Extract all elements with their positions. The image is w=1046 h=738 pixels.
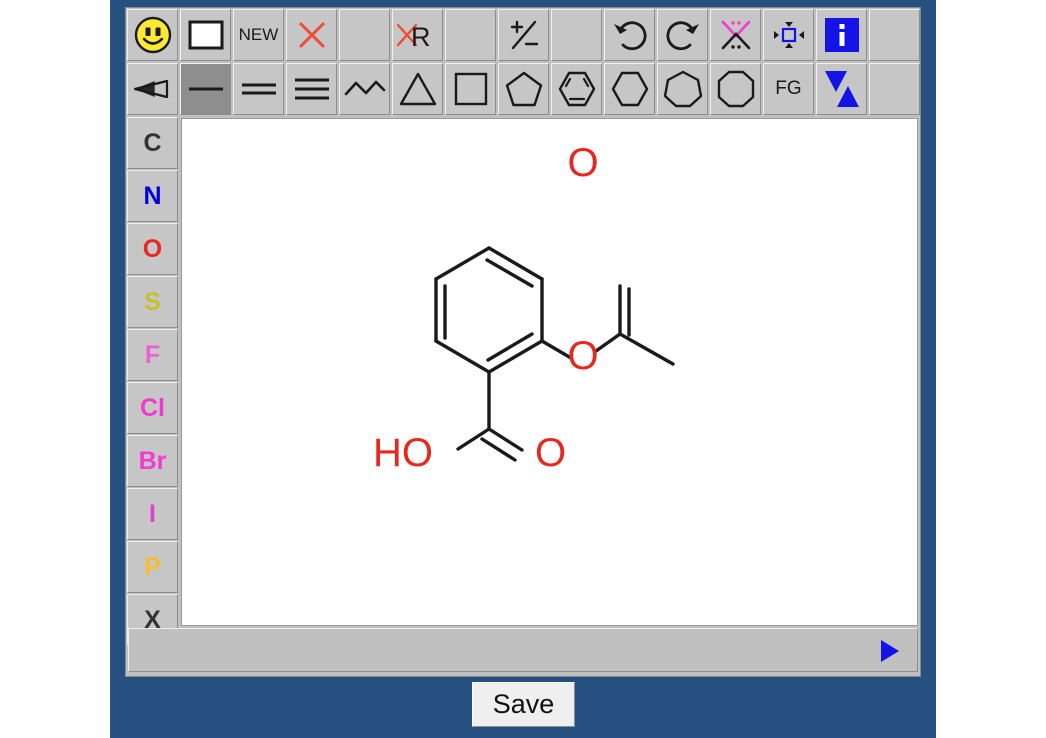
double-bond-button[interactable] — [233, 63, 284, 115]
cyclooctane-ring-icon — [716, 70, 756, 108]
element-button-c[interactable]: C — [127, 117, 178, 169]
cyclohexane-ring-button[interactable] — [604, 63, 655, 115]
blank-page-icon-button[interactable] — [180, 9, 231, 61]
charge-plus-minus-icon — [507, 18, 541, 52]
template-arrows-icon — [822, 68, 862, 110]
atom-label-acid-oxygen: O — [535, 431, 566, 475]
toolbar-row-bonds: FG — [126, 62, 921, 116]
element-button-cl[interactable]: Cl — [127, 382, 178, 434]
stereo-flip-icon — [718, 17, 754, 53]
toolbar-row-primary: NEW R — [126, 8, 921, 62]
single-bond-button[interactable] — [180, 63, 231, 115]
empty-tool-icon-button-4[interactable] — [869, 9, 920, 61]
editor-application-window: NEW R — [110, 0, 936, 738]
cycloheptane-ring-button[interactable] — [657, 63, 708, 115]
element-button-f[interactable]: F — [127, 329, 178, 381]
cyclobutane-ring-icon — [453, 71, 489, 107]
benzene-ring-icon — [557, 71, 597, 107]
element-label-s: S — [144, 288, 161, 317]
template-arrows-button[interactable] — [816, 63, 867, 115]
info-icon — [824, 17, 860, 53]
atom-label-hydroxyl: HO — [373, 431, 433, 475]
remove-r-group-icon: R — [396, 19, 440, 51]
undo-button[interactable] — [604, 9, 655, 61]
atom-label-group: O O HO O — [373, 141, 599, 475]
new-text-icon: NEW — [239, 25, 279, 45]
atom-label-carbonyl-oxygen: O — [567, 141, 598, 185]
structure-editor-frame: NEW R — [126, 8, 920, 676]
info-button[interactable] — [816, 9, 867, 61]
chain-bond-button[interactable] — [339, 63, 390, 115]
save-button[interactable]: Save — [472, 682, 575, 727]
redo-icon — [664, 17, 702, 53]
drawing-canvas[interactable]: O O HO O — [181, 118, 918, 626]
element-button-o[interactable]: O — [127, 223, 178, 275]
element-label-f: F — [145, 341, 160, 370]
double-bond-icon — [239, 80, 279, 98]
cyclopropane-ring-button[interactable] — [392, 63, 443, 115]
delete-cross-icon-button[interactable] — [286, 9, 337, 61]
new-structure-button[interactable]: NEW — [233, 9, 284, 61]
element-palette: C N O S F Cl Br I P X — [126, 116, 179, 647]
single-bond-icon — [186, 83, 226, 95]
functional-group-button[interactable]: FG — [763, 63, 814, 115]
bond-lines — [436, 248, 673, 460]
undo-icon — [611, 17, 649, 53]
cyclobutane-ring-button[interactable] — [445, 63, 496, 115]
wedge-bond-icon — [133, 78, 173, 100]
benzene-ring-button[interactable] — [551, 63, 602, 115]
move-resize-button[interactable] — [763, 9, 814, 61]
element-label-cl: Cl — [140, 394, 165, 423]
wedge-bond-button[interactable] — [127, 63, 178, 115]
svg-text:R: R — [411, 22, 431, 51]
atom-label-ester-oxygen: O — [567, 334, 598, 378]
element-label-br: Br — [139, 447, 167, 476]
molecule-drawing: O O HO O — [182, 119, 918, 626]
empty-tool-icon-button-1[interactable] — [339, 9, 390, 61]
cyclopropane-ring-icon — [398, 71, 438, 107]
empty-tool-icon-button-5[interactable] — [869, 63, 920, 115]
empty-tool-icon-button-2[interactable] — [445, 9, 496, 61]
remove-r-group-button[interactable]: R — [392, 9, 443, 61]
element-label-n: N — [143, 182, 161, 211]
triple-bond-button[interactable] — [286, 63, 337, 115]
stereo-flip-button[interactable] — [710, 9, 761, 61]
functional-group-icon: FG — [775, 78, 801, 100]
blank-page-icon — [188, 20, 224, 50]
move-resize-icon — [770, 17, 808, 53]
element-button-i[interactable]: I — [127, 488, 178, 540]
cyclopentane-ring-button[interactable] — [498, 63, 549, 115]
cyclopentane-ring-icon — [505, 71, 543, 107]
smiley-face-icon — [134, 16, 172, 54]
element-button-s[interactable]: S — [127, 276, 178, 328]
charge-plus-minus-button[interactable] — [498, 9, 549, 61]
triple-bond-icon — [292, 76, 332, 102]
element-button-n[interactable]: N — [127, 170, 178, 222]
status-bar — [128, 628, 918, 672]
cycloheptane-ring-icon — [663, 70, 703, 108]
element-label-i: I — [149, 500, 156, 529]
chain-bond-icon — [344, 78, 386, 100]
play-triangle-icon[interactable] — [879, 639, 901, 663]
redo-button[interactable] — [657, 9, 708, 61]
delete-cross-icon — [297, 20, 327, 50]
cyclohexane-ring-icon — [610, 71, 650, 107]
element-label-o: O — [143, 235, 162, 264]
element-label-p: P — [144, 553, 161, 582]
smiley-face-icon-button[interactable] — [127, 9, 178, 61]
cyclooctane-ring-button[interactable] — [710, 63, 761, 115]
empty-tool-icon-button-3[interactable] — [551, 9, 602, 61]
element-button-p[interactable]: P — [127, 541, 178, 593]
element-button-br[interactable]: Br — [127, 435, 178, 487]
element-label-c: C — [143, 129, 161, 158]
